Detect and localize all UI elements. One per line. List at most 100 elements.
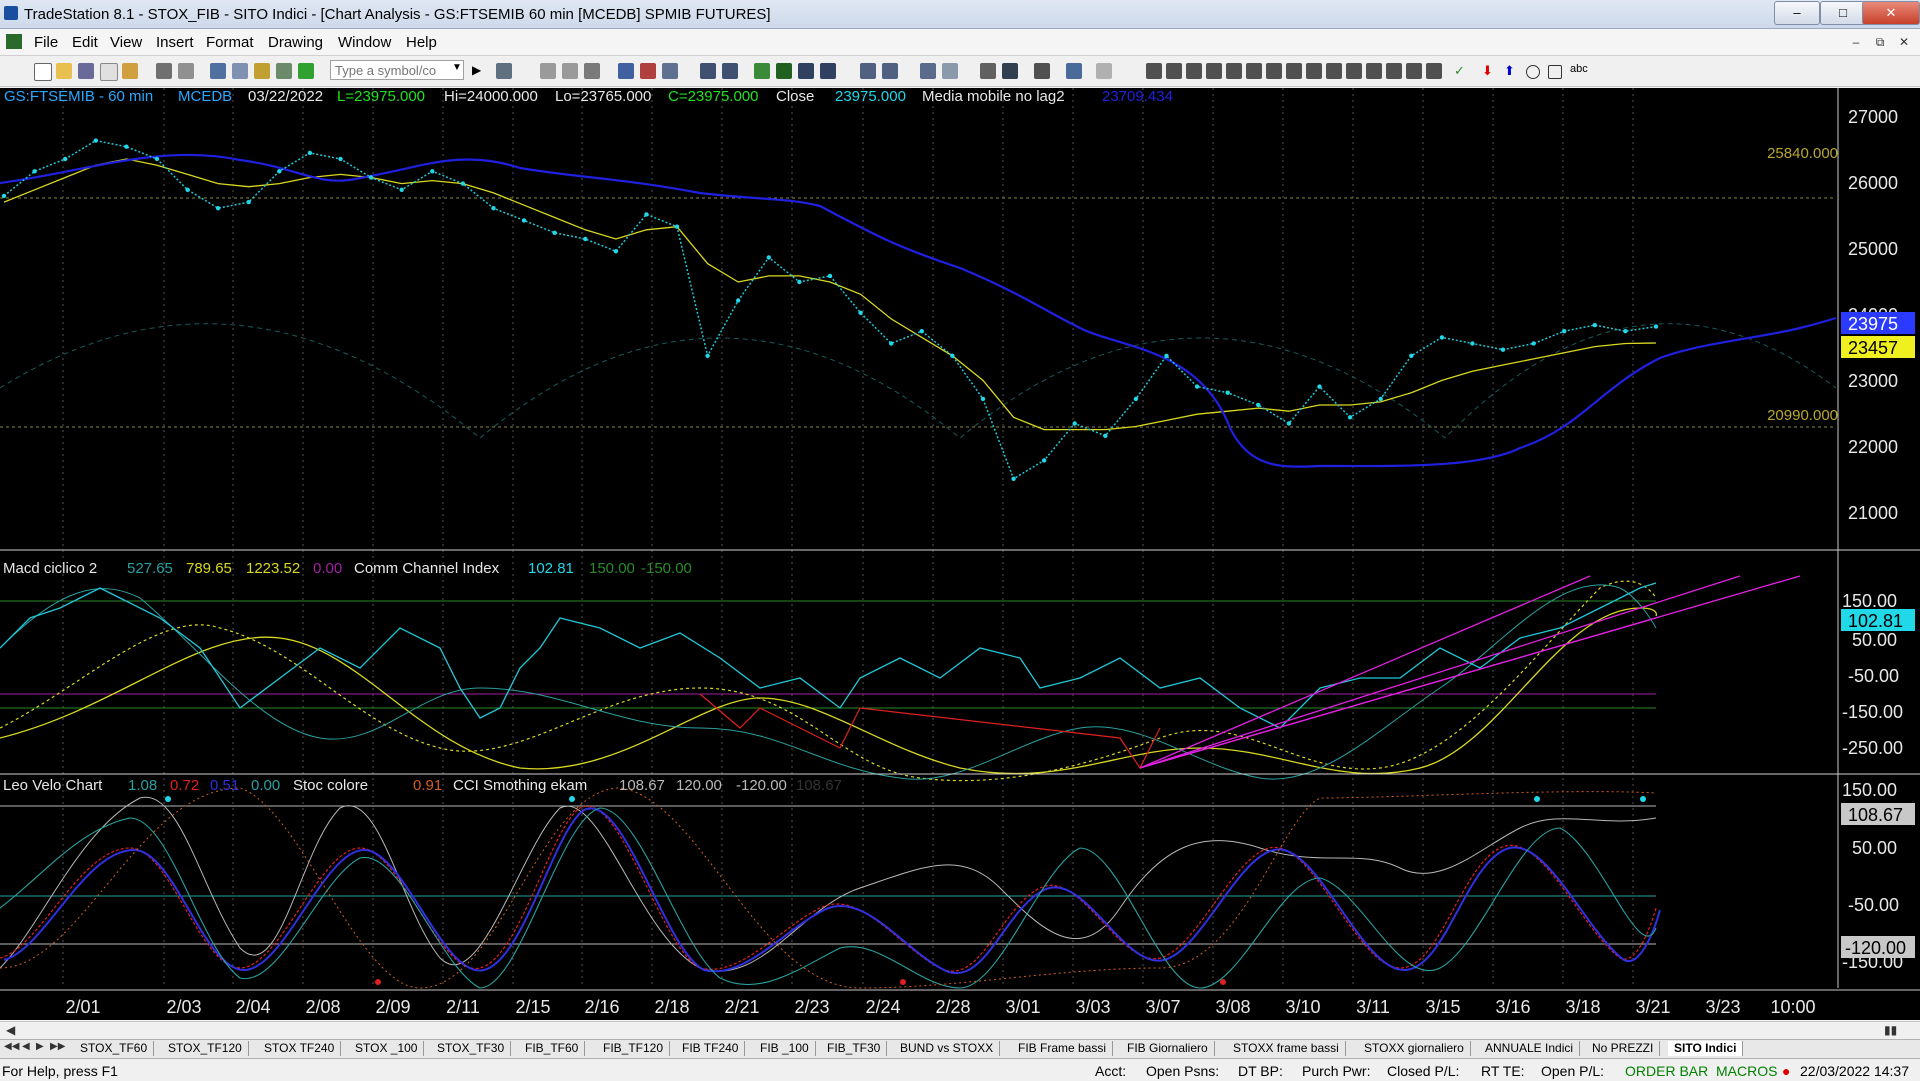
strategy-icon[interactable]	[640, 63, 656, 79]
chart-analysis-window[interactable]: GS:FTSEMIB - 60 min MCEDB 03/22/2022 L=2…	[0, 88, 1920, 1020]
tab-prev-icon[interactable]: ◀	[22, 1041, 30, 1052]
workspace-tab[interactable]: STOXX giornaliero	[1358, 1041, 1471, 1056]
format-window-icon[interactable]	[210, 63, 226, 79]
drawing-tools-icon[interactable]	[276, 63, 292, 79]
menu-format[interactable]: Format	[206, 34, 254, 51]
symbol-input[interactable]	[330, 60, 464, 80]
radar-screen-icon[interactable]	[584, 63, 600, 79]
cycle-lines-icon[interactable]	[1306, 63, 1322, 79]
chart-canvas[interactable]: GS:FTSEMIB - 60 min MCEDB 03/22/2022 L=2…	[0, 88, 1920, 1020]
open-icon[interactable]	[56, 63, 72, 79]
format-symbol-icon[interactable]	[232, 63, 248, 79]
tab-last-icon[interactable]: ▶▶	[50, 1041, 65, 1052]
tab-first-icon[interactable]: ◀◀	[4, 1041, 19, 1052]
workspace-tab[interactable]: STOX_TF60	[74, 1041, 155, 1056]
alert-icon[interactable]	[662, 63, 678, 79]
tools-icon[interactable]	[1034, 63, 1050, 79]
check-icon[interactable]: ✓	[1454, 63, 1470, 79]
tab-next-icon[interactable]: ▶	[36, 1041, 44, 1052]
text-tool-icon[interactable]: abc	[1570, 63, 1594, 79]
arc-icon[interactable]	[1386, 63, 1402, 79]
select-icon[interactable]	[1002, 63, 1018, 79]
compress-bars-icon[interactable]	[882, 63, 898, 79]
chart-window-icon-2[interactable]	[562, 63, 578, 79]
menu-edit[interactable]: Edit	[72, 34, 98, 51]
workspace-tab[interactable]: FIB_TF30	[821, 1041, 888, 1056]
lock-icon[interactable]	[254, 63, 270, 79]
horizontal-scrollbar[interactable]: ◀ ▮▮	[0, 1021, 1920, 1039]
ellipse-icon[interactable]	[1526, 65, 1540, 79]
speed-lines-icon[interactable]	[1266, 63, 1282, 79]
workspace-tab[interactable]: SITO Indici	[1668, 1041, 1744, 1056]
mdi-minimize-button[interactable]: –	[1846, 33, 1866, 51]
symbol-dropdown-arrow-icon[interactable]: ▼	[452, 62, 462, 73]
arrow-down-icon[interactable]: ⬇	[1482, 63, 1498, 79]
horizontal-lines-icon[interactable]	[1186, 63, 1202, 79]
maximize-button[interactable]: □	[1820, 1, 1866, 25]
status-order-bar[interactable]: ORDER BAR	[1625, 1063, 1708, 1079]
workspace-tab[interactable]: STOXX frame bassi	[1227, 1041, 1346, 1056]
order-bar-icon[interactable]	[1066, 63, 1082, 79]
pointer-icon[interactable]	[980, 63, 996, 79]
vertical-lines-icon[interactable]	[1166, 63, 1182, 79]
freehand-icon[interactable]	[1426, 63, 1442, 79]
open-workspace-icon[interactable]	[122, 63, 138, 79]
menu-view[interactable]: View	[110, 34, 142, 51]
workspace-tab[interactable]: BUND vs STOXX	[894, 1041, 1001, 1056]
menu-window[interactable]: Window	[338, 34, 391, 51]
fib-time-icon[interactable]	[1286, 63, 1302, 79]
expand-bars-icon[interactable]	[860, 63, 876, 79]
menu-file[interactable]: File	[34, 34, 58, 51]
status-macros[interactable]: MACROS	[1716, 1063, 1777, 1079]
bar-chart-icon[interactable]	[798, 63, 814, 79]
insert-analysis-icon[interactable]	[496, 63, 512, 79]
workspace-tab[interactable]: ANNUALE Indici	[1479, 1041, 1581, 1056]
parallel-lines-icon[interactable]	[1366, 63, 1382, 79]
workspace-tab[interactable]: STOX_TF30	[431, 1041, 512, 1056]
data-icon[interactable]	[754, 63, 770, 79]
fan-lines-icon[interactable]	[1346, 63, 1362, 79]
arrow-up-icon[interactable]: ⬆	[1504, 63, 1520, 79]
workspace-tab[interactable]: FIB Frame bassi	[1012, 1041, 1114, 1056]
rectangle-icon[interactable]	[1548, 65, 1562, 79]
print-icon[interactable]	[156, 63, 172, 79]
channel-icon[interactable]	[1206, 63, 1222, 79]
print-preview-icon[interactable]	[178, 63, 194, 79]
fibonacci-icon[interactable]	[1226, 63, 1242, 79]
chart-window-icon-1[interactable]	[540, 63, 556, 79]
workspace-tab[interactable]: FIB_TF60	[519, 1041, 586, 1056]
workspace-tab[interactable]: STOX _100	[349, 1041, 425, 1056]
options-icon[interactable]	[1096, 63, 1112, 79]
minimize-button[interactable]: –	[1774, 1, 1820, 25]
pitchfork-icon[interactable]	[1406, 63, 1422, 79]
chart-type-icon[interactable]	[776, 63, 792, 79]
scroll-thumb-icon[interactable]: ▮▮	[1884, 1023, 1897, 1037]
workspace-tab[interactable]: STOX TF240	[258, 1041, 342, 1056]
window-link-icon[interactable]	[722, 63, 738, 79]
gann-fan-icon[interactable]	[1246, 63, 1262, 79]
new-icon[interactable]	[34, 63, 52, 81]
mdi-close-button[interactable]: ✕	[1894, 33, 1914, 51]
workspace-tab[interactable]: No PREZZI	[1586, 1041, 1661, 1056]
workspace-tab[interactable]: FIB Giornaliero	[1121, 1041, 1215, 1056]
workspace-tab[interactable]: FIB TF240	[676, 1041, 746, 1056]
candle-chart-icon[interactable]	[820, 63, 836, 79]
new-workspace-icon[interactable]	[100, 63, 118, 81]
menu-drawing[interactable]: Drawing	[268, 34, 323, 51]
save-icon[interactable]	[78, 63, 94, 79]
go-arrow-icon[interactable]: ▶	[472, 63, 488, 79]
zoom-out-icon[interactable]	[942, 63, 958, 79]
zoom-in-icon[interactable]	[920, 63, 936, 79]
menu-help[interactable]: Help	[406, 34, 437, 51]
scroll-left-icon[interactable]: ◀	[6, 1023, 15, 1037]
workspace-tab[interactable]: FIB_TF120	[597, 1041, 671, 1056]
globe-icon[interactable]	[298, 63, 314, 79]
mdi-restore-button[interactable]: ⧉	[1870, 33, 1890, 51]
menu-insert[interactable]: Insert	[156, 34, 194, 51]
refresh-icon[interactable]	[700, 63, 716, 79]
workspace-tab[interactable]: STOX_TF120	[162, 1041, 249, 1056]
trendline-icon[interactable]	[1146, 63, 1162, 79]
regression-icon[interactable]	[1326, 63, 1342, 79]
workspace-tab[interactable]: FIB _100	[754, 1041, 816, 1056]
indicator-icon[interactable]	[618, 63, 634, 79]
